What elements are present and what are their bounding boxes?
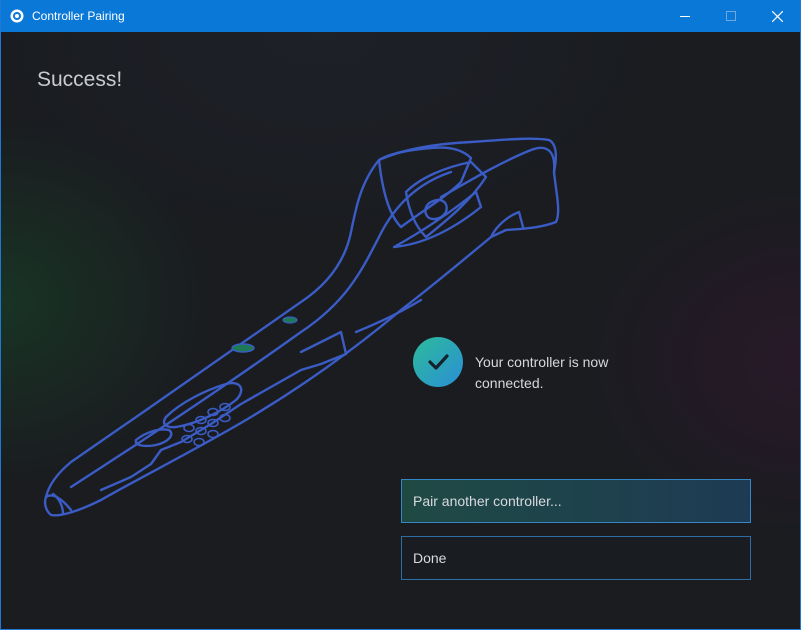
done-button[interactable]: Done xyxy=(401,536,751,580)
close-icon xyxy=(771,10,783,22)
title-bar[interactable]: Controller Pairing xyxy=(1,0,800,32)
minimize-button[interactable] xyxy=(662,0,708,32)
minimize-icon xyxy=(680,16,690,17)
connection-status-text: Your controller is now connected. xyxy=(475,354,609,391)
steam-gear-icon xyxy=(10,9,24,23)
pair-another-controller-button[interactable]: Pair another controller... xyxy=(401,479,751,523)
close-button[interactable] xyxy=(754,0,800,32)
content-area: Success! Your controller is now connecte… xyxy=(1,32,800,629)
window-title: Controller Pairing xyxy=(32,9,125,23)
check-circle-icon xyxy=(413,337,463,387)
maximize-icon xyxy=(726,11,736,21)
controller-pairing-window: Controller Pairing Success! Your control… xyxy=(0,0,801,630)
maximize-button[interactable] xyxy=(708,0,754,32)
